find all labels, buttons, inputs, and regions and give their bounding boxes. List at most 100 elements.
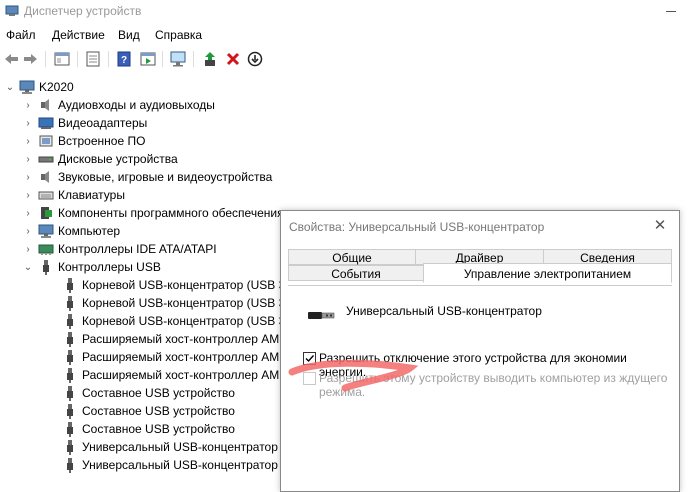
sound-device-icon <box>38 169 54 185</box>
chevron-right-icon[interactable]: › <box>22 99 34 111</box>
tree-item-firmware[interactable]: › Встроенное ПО <box>22 132 145 150</box>
usb-device-label: Расширяемый хост-контроллер AM <box>82 332 280 346</box>
run-window-icon[interactable] <box>139 50 157 68</box>
usb-device-item[interactable]: Универсальный USB-концентратор <box>58 438 278 456</box>
usb-device-item[interactable]: Расширяемый хост-контроллер AM <box>58 366 279 384</box>
tree-item-keyboards[interactable]: › Клавиатуры <box>22 186 125 204</box>
chevron-right-icon[interactable]: › <box>22 189 34 201</box>
software-component-icon <box>38 205 54 221</box>
chevron-right-icon[interactable]: › <box>22 225 34 237</box>
usb-icon <box>62 349 78 365</box>
tree-item-computer[interactable]: › Компьютер <box>22 222 120 240</box>
tree-item-label: Дисковые устройства <box>58 152 178 166</box>
usb-device-label: Корневой USB-концентратор (USB 3. <box>82 278 289 292</box>
tree-item-audio-io[interactable]: › Аудиовходы и аудиовыходы <box>22 96 215 114</box>
usb-icon <box>62 367 78 383</box>
document-list-icon[interactable] <box>84 50 102 68</box>
usb-icon <box>62 277 78 293</box>
tree-item-sound-game-video[interactable]: › Звуковые, игровые и видеоустройства <box>22 168 272 186</box>
chevron-right-icon[interactable]: › <box>22 117 34 129</box>
tree-root-label: K2020 <box>39 80 74 94</box>
display-adapter-icon <box>38 115 54 131</box>
usb-icon <box>38 259 54 275</box>
minimize-button[interactable] <box>658 4 686 18</box>
help-icon[interactable]: ? <box>115 50 133 68</box>
tree-item-label: Компоненты программного обеспечения <box>58 206 284 220</box>
firmware-icon <box>38 133 54 149</box>
usb-connector-icon <box>308 308 338 325</box>
usb-device-item[interactable]: Составное USB устройство <box>58 420 235 438</box>
tree-item-label: Клавиатуры <box>58 188 125 202</box>
tree-item-label: Видеоадаптеры <box>58 116 148 130</box>
chevron-down-icon[interactable]: ⌄ <box>4 81 16 93</box>
tree-root[interactable]: ⌄ K2020 <box>4 78 74 96</box>
window-title: Диспетчер устройств <box>24 4 142 18</box>
usb-device-item[interactable]: Универсальный USB-концентратор <box>58 456 278 474</box>
tab-general[interactable]: Общие <box>288 249 416 265</box>
usb-icon <box>62 439 78 455</box>
menu-file[interactable]: Файл <box>4 28 38 42</box>
usb-device-item[interactable]: Корневой USB-концентратор (USB 3. <box>58 276 289 294</box>
svg-text:?: ? <box>121 55 127 66</box>
menu-action[interactable]: Действие <box>50 28 107 42</box>
usb-device-label: Корневой USB-концентратор (USB 3. <box>82 296 289 310</box>
allow-wake-label-line2: режима. <box>319 385 366 399</box>
chevron-down-icon[interactable]: ⌄ <box>22 261 34 273</box>
close-icon[interactable]: ✕ <box>653 218 667 233</box>
ide-controller-icon <box>38 241 54 257</box>
toolbar-separator <box>108 51 109 67</box>
scan-hardware-icon[interactable] <box>169 50 187 68</box>
remove-device-icon[interactable] <box>224 50 242 68</box>
menu-bar: Файл Действие Вид Справка <box>0 26 688 44</box>
chevron-right-icon[interactable]: › <box>22 171 34 183</box>
usb-icon <box>62 313 78 329</box>
chevron-right-icon[interactable]: › <box>22 153 34 165</box>
usb-device-item[interactable]: Корневой USB-концентратор (USB 3. <box>58 294 289 312</box>
usb-icon <box>62 457 78 473</box>
chevron-right-icon[interactable]: › <box>22 207 34 219</box>
usb-device-label: Универсальный USB-концентратор <box>82 440 278 454</box>
tab-power-management[interactable]: Управление электропитанием <box>423 263 672 283</box>
tree-item-usb-controllers[interactable]: ⌄ Контроллеры USB <box>22 258 161 276</box>
toolbar-separator <box>77 51 78 67</box>
tree-item-software-components[interactable]: › Компоненты программного обеспечения <box>22 204 284 222</box>
tree-item-video-adapters[interactable]: › Видеоадаптеры <box>22 114 147 132</box>
forward-arrow-icon[interactable] <box>22 50 40 68</box>
allow-power-off-checkbox[interactable] <box>303 352 316 365</box>
allow-wake-checkbox[interactable] <box>303 372 316 385</box>
usb-device-item[interactable]: Корневой USB-концентратор (USB 3. <box>58 312 289 330</box>
usb-device-label: Расширяемый хост-контроллер AM <box>82 368 280 382</box>
tree-item-ide-controllers[interactable]: › Контроллеры IDE ATA/ATAPI <box>22 240 217 258</box>
computer-icon <box>19 79 35 95</box>
usb-device-item[interactable]: Составное USB устройство <box>58 402 235 420</box>
usb-icon <box>62 421 78 437</box>
usb-device-label: Составное USB устройство <box>82 404 235 418</box>
menu-help[interactable]: Справка <box>153 28 204 42</box>
usb-device-item[interactable]: Составное USB устройство <box>58 384 235 402</box>
usb-icon <box>62 295 78 311</box>
tree-item-label: Аудиовходы и аудиовыходы <box>58 98 215 112</box>
tree-item-label: Звуковые, игровые и видеоустройства <box>58 170 273 184</box>
usb-device-label: Составное USB устройство <box>82 422 235 436</box>
tree-item-label: Контроллеры IDE ATA/ATAPI <box>58 242 217 256</box>
tree-item-disk-drives[interactable]: › Дисковые устройства <box>22 150 178 168</box>
usb-icon <box>62 385 78 401</box>
menu-view[interactable]: Вид <box>116 28 142 42</box>
properties-window-icon[interactable] <box>53 50 71 68</box>
usb-device-label: Универсальный USB-концентратор <box>82 458 278 472</box>
device-name: Универсальный USB-концентратор <box>346 304 542 318</box>
back-arrow-icon[interactable] <box>2 50 20 68</box>
download-circle-icon[interactable] <box>246 50 264 68</box>
toolbar: ? <box>0 46 688 72</box>
update-driver-icon[interactable] <box>201 50 219 68</box>
usb-icon <box>62 403 78 419</box>
usb-device-item[interactable]: Расширяемый хост-контроллер AM <box>58 330 279 348</box>
chevron-right-icon[interactable]: › <box>22 243 34 255</box>
usb-device-label: Составное USB устройство <box>82 386 235 400</box>
title-bar: Диспетчер устройств <box>0 0 688 24</box>
tab-events[interactable]: События <box>288 265 424 281</box>
chevron-right-icon[interactable]: › <box>22 135 34 147</box>
speaker-icon <box>38 97 54 113</box>
usb-device-item[interactable]: Расширяемый хост-контроллер AM <box>58 348 279 366</box>
toolbar-separator <box>162 51 163 67</box>
